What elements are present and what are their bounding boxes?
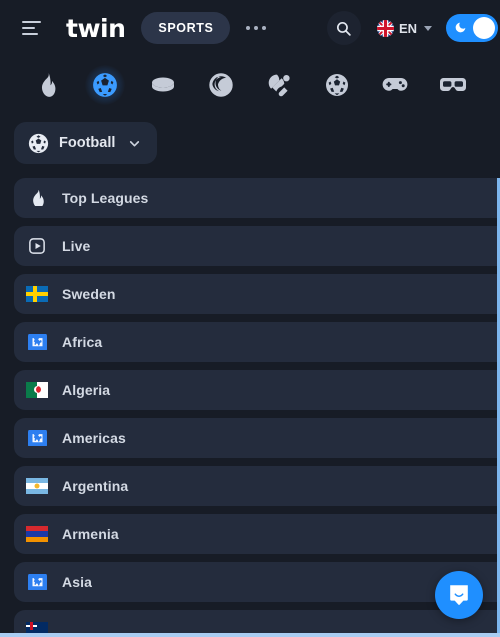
- list-item-label: Top Leagues: [62, 190, 149, 206]
- dark-mode-toggle[interactable]: [446, 14, 498, 42]
- sport-selector-label: Football: [59, 135, 116, 151]
- more-menu-icon[interactable]: [242, 18, 270, 38]
- list-item-label: Armenia: [62, 526, 119, 542]
- sport-tab-hot[interactable]: [18, 63, 76, 107]
- list-item-label: Sweden: [62, 286, 116, 302]
- list-item[interactable]: Live: [14, 226, 500, 266]
- tennis-ball-icon: [207, 71, 235, 99]
- globe-icon: [26, 334, 48, 350]
- brand-logo[interactable]: twin: [66, 16, 126, 41]
- globe-icon: [26, 430, 48, 446]
- language-selector[interactable]: EN: [376, 19, 432, 37]
- sport-tab-tennis[interactable]: [192, 63, 250, 107]
- sport-selector-dropdown[interactable]: Football: [14, 122, 158, 164]
- sport-tab-ice-hockey[interactable]: [134, 63, 192, 107]
- flame-icon: [33, 71, 61, 99]
- argentina-flag-icon: [26, 478, 48, 494]
- sport-tab-table-tennis[interactable]: [250, 63, 308, 107]
- uk-flag-icon: [376, 19, 394, 37]
- list-item[interactable]: Algeria: [14, 370, 500, 410]
- list-item[interactable]: Asia: [14, 562, 500, 602]
- live-play-icon: [26, 238, 48, 254]
- globe-icon: [26, 574, 48, 590]
- list-item-label: Americas: [62, 430, 126, 446]
- algeria-flag-icon: [26, 382, 48, 398]
- ellipsis-dot: [254, 26, 259, 30]
- sport-tab-futsal[interactable]: [308, 63, 366, 107]
- sport-tab-virtuals[interactable]: [424, 63, 482, 107]
- search-button[interactable]: [326, 11, 361, 45]
- moon-icon: [455, 22, 466, 33]
- list-item-label: Argentina: [62, 478, 129, 494]
- hamburger-menu-icon[interactable]: [22, 17, 44, 39]
- list-item[interactable]: Sweden: [14, 274, 500, 314]
- sport-tab-esports[interactable]: [366, 63, 424, 107]
- language-code: EN: [398, 20, 417, 36]
- list-item-label: Asia: [62, 574, 92, 590]
- list-item[interactable]: Argentina: [14, 466, 500, 506]
- list-item-label: Algeria: [62, 382, 111, 398]
- sport-tabs-strip: [0, 56, 500, 114]
- flame-icon: [26, 190, 48, 206]
- bottom-edge-highlight: [0, 633, 500, 637]
- toggle-knob: [473, 17, 495, 39]
- soccer-ball-icon: [91, 71, 119, 99]
- ellipsis-dot: [246, 26, 251, 30]
- intercom-chat-icon: [450, 585, 468, 605]
- list-item[interactable]: Africa: [14, 322, 500, 362]
- list-item-label: Africa: [62, 334, 103, 350]
- hamburger-line: [22, 27, 35, 29]
- hockey-puck-icon: [149, 71, 177, 99]
- chevron-down-icon: [424, 25, 432, 31]
- sport-tab-football[interactable]: [76, 63, 134, 107]
- search-icon: [337, 21, 352, 36]
- sweden-flag-icon: [26, 286, 48, 302]
- futsal-ball-icon: [323, 71, 351, 99]
- list-item[interactable]: Top Leagues: [14, 178, 500, 218]
- vr-headset-icon: [439, 71, 467, 99]
- ellipsis-dot: [262, 26, 267, 30]
- list-item[interactable]: Armenia: [14, 514, 500, 554]
- gamepad-icon: [381, 71, 409, 99]
- league-country-list: Top Leagues Live Sweden Africa Algeria A…: [0, 178, 500, 637]
- soccer-ball-icon: [27, 132, 49, 154]
- hamburger-line: [22, 33, 38, 35]
- chat-widget-button[interactable]: [435, 571, 483, 619]
- list-item[interactable]: Americas: [14, 418, 500, 458]
- chevron-down-icon: [127, 136, 141, 150]
- sports-tab-pill[interactable]: SPORTS: [141, 12, 231, 44]
- sport-selector-wrap: Football: [0, 114, 500, 178]
- top-bar: twin SPORTS EN: [0, 0, 500, 56]
- table-tennis-paddle-icon: [265, 71, 293, 99]
- hamburger-line: [22, 21, 41, 23]
- list-item-label: Live: [62, 238, 91, 254]
- armenia-flag-icon: [26, 526, 48, 542]
